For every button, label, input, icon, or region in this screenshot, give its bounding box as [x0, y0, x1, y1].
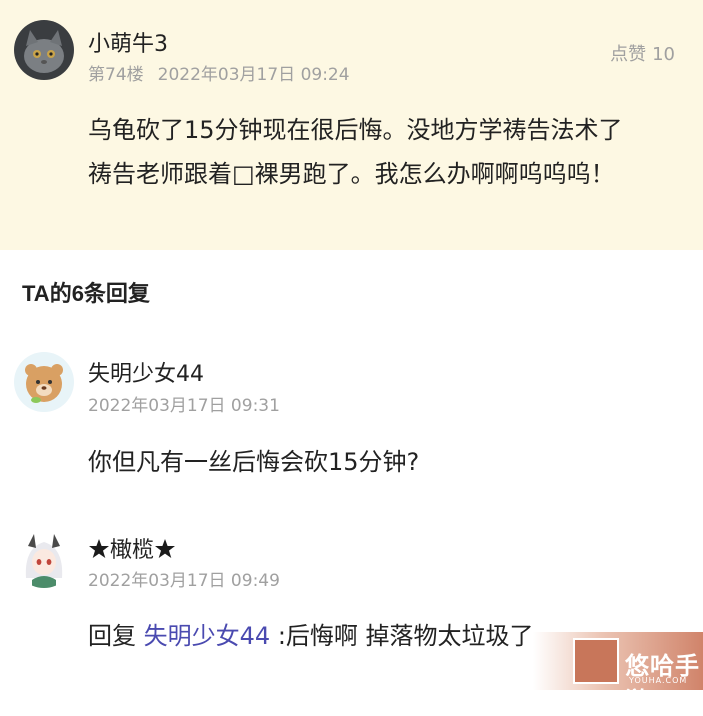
brand-url: YOUHA.COM: [629, 676, 688, 685]
post-content-line: 乌龟砍了15分钟现在很后悔。没地方学祷告法术了: [88, 116, 623, 144]
reply-datetime: 2022年03月17日 09:49: [88, 571, 280, 591]
reply-author-label: 橄榄: [110, 538, 155, 563]
reply-prefix: 回复: [88, 622, 136, 650]
reply-author-name[interactable]: 橄榄: [88, 532, 176, 564]
star-icon: [89, 539, 109, 558]
brand-logo-icon: [573, 638, 619, 684]
anime-girl-avatar-icon[interactable]: [14, 528, 74, 588]
cartoon-bear-avatar-icon[interactable]: [14, 352, 74, 412]
like-button[interactable]: 点赞 10: [610, 40, 675, 66]
post-author-name[interactable]: 小萌牛3: [88, 26, 168, 58]
reply-content: 回复 失明少女44 :后悔啊 掉落物太垃圾了: [88, 614, 534, 658]
gray-cat-avatar-icon[interactable]: [14, 20, 74, 80]
reply-to-user-link[interactable]: 失明少女44: [144, 622, 271, 650]
replies-section-title: TA的6条回复: [22, 281, 150, 306]
reply-text: :后悔啊 掉落物太垃圾了: [277, 622, 534, 650]
reply-content: 你但凡有一丝后悔会砍15分钟?: [88, 448, 420, 476]
post-datetime: 2022年03月17日 09:24: [157, 65, 350, 85]
like-label: 点赞: [610, 44, 647, 65]
reply-author-name[interactable]: 失明少女44: [88, 356, 204, 388]
star-icon: [155, 539, 176, 558]
main-post: 小萌牛3 第74楼 2022年03月17日 09:24 点赞 10 乌龟砍了15分钟…: [0, 0, 703, 250]
like-count: 10: [652, 44, 675, 65]
post-meta: 第74楼 2022年03月17日 09:24: [88, 60, 350, 85]
post-content: 乌龟砍了15分钟现在很后悔。没地方学祷告法术了 祷告老师跟着□裸男跑了。我怎么办…: [88, 108, 688, 196]
brand-watermark: 悠哈手游 YOUHA.COM: [533, 632, 703, 715]
floor-number: 第74楼: [88, 65, 144, 85]
post-content-line: 祷告老师跟着□裸男跑了。我怎么办啊啊呜呜呜！: [88, 160, 615, 188]
reply-datetime: 2022年03月17日 09:31: [88, 396, 280, 416]
